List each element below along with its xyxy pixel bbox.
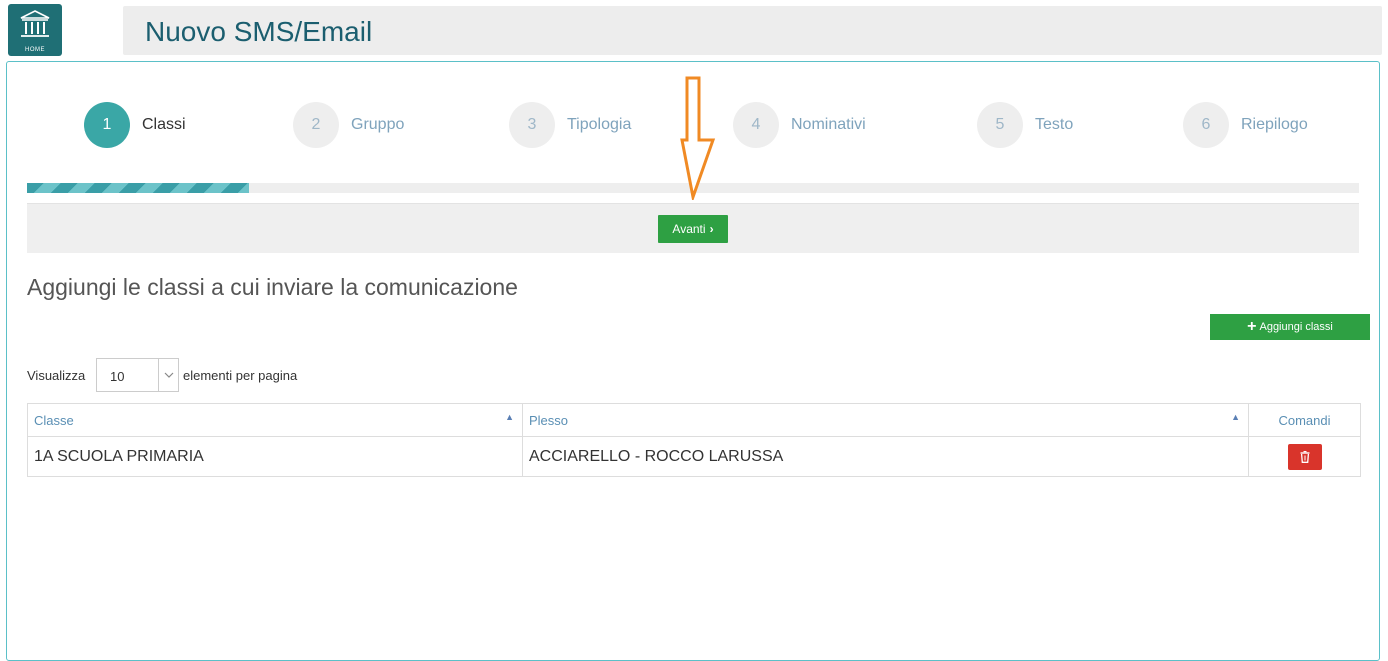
wizard-step-tipologia[interactable]: 3 Tipologia: [509, 102, 631, 148]
step-number: 5: [977, 102, 1023, 148]
page-header: Nuovo SMS/Email: [123, 6, 1382, 55]
cell-classe: 1A SCUOLA PRIMARIA: [27, 436, 523, 477]
home-label: HOME: [25, 47, 45, 53]
cell-commands: [1248, 436, 1361, 477]
step-number: 6: [1183, 102, 1229, 148]
trash-icon: [1300, 450, 1309, 463]
step-number: 1: [84, 102, 130, 148]
delete-button[interactable]: [1287, 443, 1322, 470]
wizard-step-riepilogo[interactable]: 6 Riepilogo: [1183, 102, 1308, 148]
page-size-select[interactable]: 10: [96, 358, 179, 392]
step-number: 2: [293, 102, 339, 148]
step-label: Tipologia: [567, 116, 632, 133]
chevron-down-icon: [158, 359, 178, 391]
next-button[interactable]: Avanti ›: [658, 215, 728, 243]
column-header-classe[interactable]: Classe ▲: [27, 403, 523, 437]
page-size-value: 10: [110, 369, 125, 384]
chevron-right-icon: ›: [709, 222, 714, 236]
column-header-comandi: Comandi: [1248, 403, 1361, 437]
step-number: 4: [733, 102, 779, 148]
step-label: Gruppo: [351, 116, 405, 133]
column-header-label: Comandi: [1278, 412, 1331, 428]
column-header-label: Classe: [34, 412, 74, 428]
wizard-step-nominativi[interactable]: 4 Nominativi: [733, 102, 866, 148]
step-number: 3: [509, 102, 555, 148]
column-header-plesso[interactable]: Plesso ▲: [522, 403, 1249, 437]
section-heading: Aggiungi le classi a cui inviare la comu…: [27, 274, 518, 300]
show-label: Visualizza: [27, 368, 86, 383]
per-page-label: elementi per pagina: [183, 368, 298, 383]
table-row: 1A SCUOLA PRIMARIA ACCIARELLO - ROCCO LA…: [27, 436, 1361, 477]
add-classes-label: Aggiungi classi: [1259, 321, 1333, 333]
cell-plesso: ACCIARELLO - ROCCO LARUSSA: [522, 436, 1249, 477]
add-classes-button[interactable]: + Aggiungi classi: [1210, 314, 1370, 340]
step-label: Riepilogo: [1241, 116, 1308, 133]
wizard-progress-fill: [27, 183, 250, 193]
next-button-label: Avanti: [672, 222, 706, 236]
bank-building-icon: [20, 10, 50, 37]
wizard-step-gruppo[interactable]: 2 Gruppo: [293, 102, 404, 148]
down-arrow-icon: [680, 76, 716, 200]
table-header-row: Classe ▲ Plesso ▲ Comandi: [27, 403, 1361, 437]
sort-up-icon: ▲: [505, 412, 514, 422]
plus-icon: +: [1247, 318, 1257, 335]
sort-up-icon: ▲: [1231, 412, 1240, 422]
page-title: Nuovo SMS/Email: [145, 16, 373, 47]
step-label: Classi: [142, 116, 186, 133]
step-label: Testo: [1035, 116, 1074, 133]
classes-table: Classe ▲ Plesso ▲ Comandi 1A SCUOLA PRIM…: [27, 403, 1361, 477]
wizard-step-classi[interactable]: 1 Classi: [84, 102, 186, 148]
wizard-step-testo[interactable]: 5 Testo: [977, 102, 1073, 148]
column-header-label: Plesso: [529, 412, 569, 428]
step-label: Nominativi: [791, 116, 866, 133]
home-logo-button[interactable]: HOME: [8, 4, 62, 56]
